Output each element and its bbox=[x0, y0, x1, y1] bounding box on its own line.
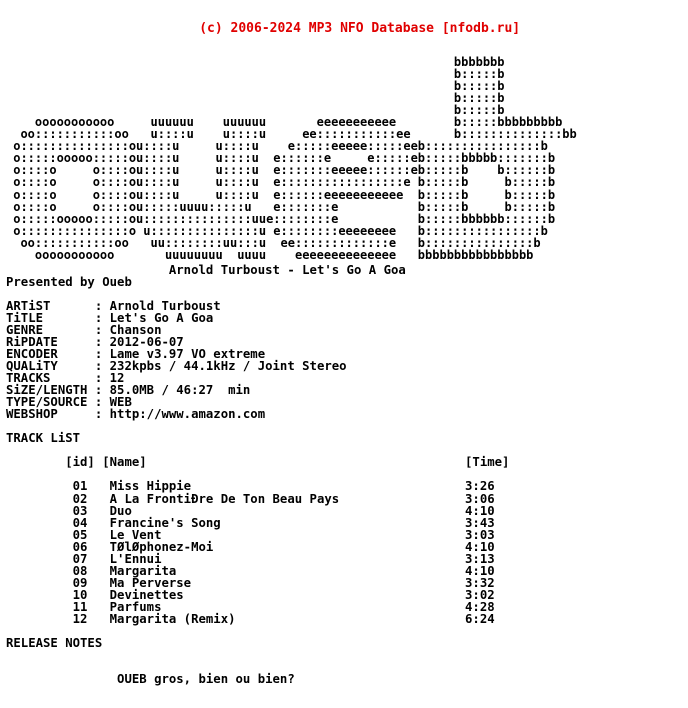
nfo-page: (c) 2006-2024 MP3 NFO Database [nfodb.ru… bbox=[0, 0, 688, 708]
tracklist-rows: 01 Miss Hippie 3:26 02 A La FrontiÐre De… bbox=[72, 479, 495, 626]
tracklist-column-headers: [id] [Name] [Time] bbox=[6, 455, 510, 470]
release-notes-body: OUEB gros, bien ou bien? bbox=[6, 672, 295, 687]
site-copyright-header: (c) 2006-2024 MP3 NFO Database [nfodb.ru… bbox=[0, 0, 688, 56]
presented-by-line: Presented by Oueb bbox=[6, 274, 132, 289]
release-info-table: ARTiST : Arnold Turboust TiTLE : Let's G… bbox=[6, 298, 347, 422]
ascii-art-logo: bbbbbbb b:::::b b:::::b b:::::b b:::::b … bbox=[13, 55, 577, 262]
tracklist-heading: TRACK LiST bbox=[6, 431, 81, 446]
copyright-text: (c) 2006-2024 MP3 NFO Database [nfodb.ru… bbox=[199, 21, 521, 36]
release-notes-heading: RELEASE NOTES bbox=[6, 636, 103, 651]
